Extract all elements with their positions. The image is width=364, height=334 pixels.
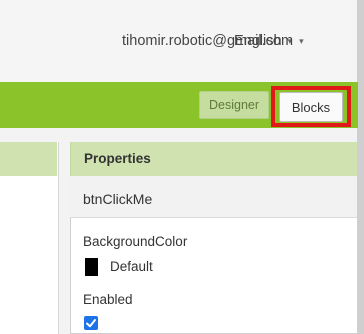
page-scrollbar[interactable] [357, 0, 364, 334]
components-panel-header [0, 142, 57, 176]
backgroundcolor-value: Default [110, 259, 153, 274]
designer-button[interactable]: Designer [199, 91, 269, 119]
chevron-down-icon: ▾ [299, 36, 304, 46]
properties-title: Properties [84, 151, 151, 166]
account-email: tihomir.robotic@gmail.com [122, 33, 294, 49]
backgroundcolor-label: BackgroundColor [83, 234, 188, 249]
color-swatch [85, 258, 98, 276]
account-button[interactable]: tihomir.robotic@gmail.com ▾ [122, 33, 304, 49]
checkmark-icon [86, 319, 96, 328]
backgroundcolor-picker[interactable]: Default [83, 256, 163, 278]
enabled-checkbox[interactable] [84, 316, 98, 330]
selected-component-name: btnClickMe [83, 191, 153, 207]
blocks-button[interactable]: Blocks [279, 92, 343, 122]
enabled-label: Enabled [83, 292, 133, 307]
